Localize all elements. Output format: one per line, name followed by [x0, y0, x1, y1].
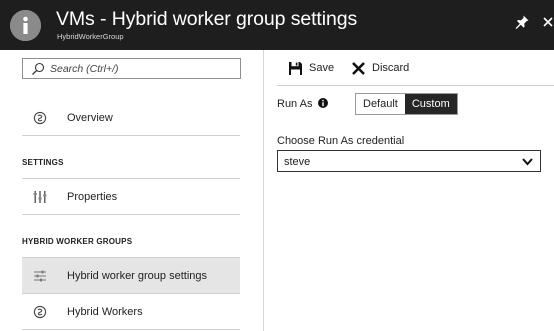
toolbar-divider	[277, 85, 554, 86]
menu-divider	[263, 50, 264, 331]
search-box[interactable]	[22, 58, 241, 79]
sidebar-item-hybrid-workers[interactable]: Hybrid Workers	[22, 294, 240, 330]
discard-icon	[352, 61, 365, 75]
search-icon	[32, 62, 45, 75]
divider	[22, 135, 240, 136]
divider	[22, 329, 240, 330]
properties-icon	[33, 191, 47, 203]
save-icon	[289, 61, 302, 75]
sidebar-item-hybrid-worker-group-settings[interactable]: Hybrid worker group settings	[22, 258, 240, 294]
section-header-settings: SETTINGS	[22, 158, 64, 167]
run-as-label: Run As	[277, 98, 313, 110]
run-as-default-option[interactable]: Default	[356, 94, 405, 114]
discard-label: Discard	[372, 62, 410, 74]
blade-title: VMs - Hybrid worker group settings	[56, 8, 358, 30]
credential-value: steve	[284, 156, 311, 168]
info-icon[interactable]	[318, 98, 328, 108]
save-label: Save	[309, 62, 335, 74]
sidebar-item-overview[interactable]: Overview	[22, 100, 240, 136]
run-as-toggle: Default Custom	[355, 93, 458, 115]
close-icon[interactable]	[541, 14, 554, 30]
credential-select[interactable]: steve	[277, 150, 541, 172]
credential-label: Choose Run As credential	[277, 135, 405, 147]
settings-sliders-icon	[34, 270, 46, 282]
pin-icon[interactable]	[514, 14, 530, 30]
sidebar-item-label: Hybrid worker group settings	[67, 270, 208, 282]
sidebar-item-label: Overview	[67, 112, 113, 124]
discard-button[interactable]: Discard	[351, 60, 409, 76]
divider	[22, 214, 240, 215]
sidebar-item-properties[interactable]: Properties	[22, 179, 240, 215]
sidebar-item-label: Properties	[67, 191, 118, 203]
blade-header: VMs - Hybrid worker group settings Hybri…	[0, 0, 554, 50]
chevron-down-icon	[522, 158, 533, 166]
search-input[interactable]	[50, 60, 238, 77]
overview-icon	[33, 111, 47, 125]
blade-subtitle: HybridWorkerGroup	[57, 32, 124, 41]
run-as-custom-option[interactable]: Custom	[404, 94, 457, 114]
sidebar-item-label: Hybrid Workers	[67, 306, 143, 318]
hybrid-workers-icon	[33, 305, 47, 319]
save-button[interactable]: Save	[288, 60, 334, 76]
section-header-hybrid-worker-groups: HYBRID WORKER GROUPS	[22, 237, 133, 246]
info-circle-icon	[10, 10, 41, 41]
